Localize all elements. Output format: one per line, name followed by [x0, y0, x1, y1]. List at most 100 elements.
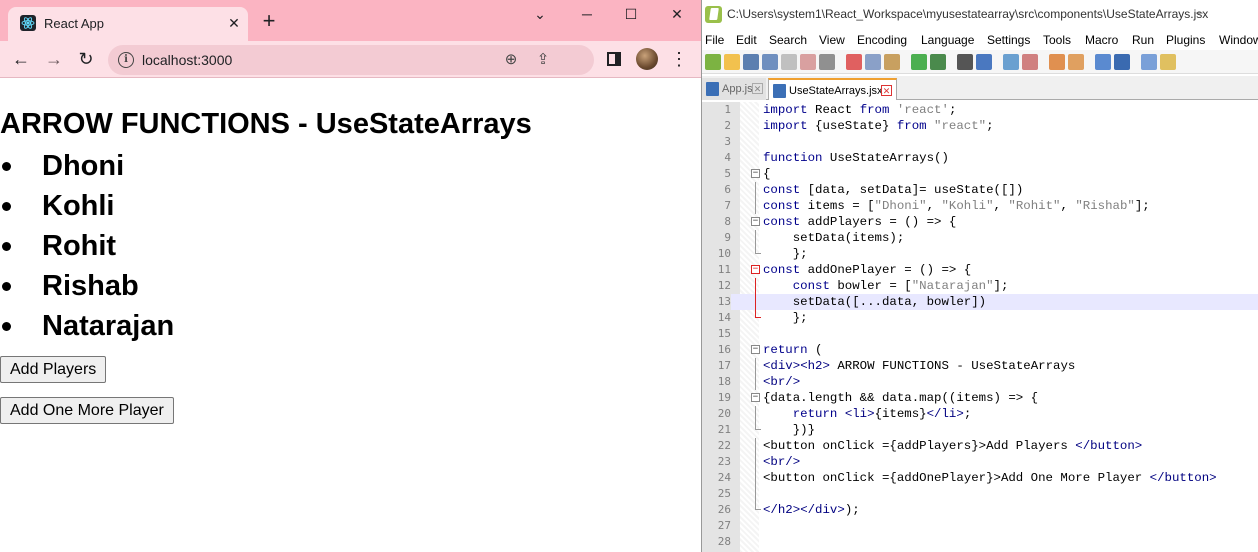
profile-avatar-icon[interactable]: [636, 48, 658, 70]
code-line[interactable]: 2 import {useState} from "react";: [702, 118, 1258, 134]
fold-toggle-icon[interactable]: −: [751, 217, 760, 226]
tab-close-icon[interactable]: ✕: [224, 13, 244, 33]
back-button[interactable]: ←: [9, 48, 33, 72]
menu-view[interactable]: View: [819, 33, 845, 47]
find-icon[interactable]: [957, 54, 973, 70]
menu-run[interactable]: Run: [1132, 33, 1154, 47]
new-file-icon[interactable]: [705, 54, 721, 70]
code-line[interactable]: 11 − const addOnePlayer = () => {: [702, 262, 1258, 278]
new-tab-button[interactable]: +: [258, 10, 280, 33]
sync-horizontal-icon[interactable]: [1068, 54, 1084, 70]
fold-toggle-icon[interactable]: −: [751, 265, 760, 274]
tab-usestatearrays-jsx[interactable]: UseStateArrays.jsx ✕: [768, 78, 897, 100]
close-window-button[interactable]: ✕: [662, 2, 692, 26]
menu-encoding[interactable]: Encoding: [857, 33, 907, 47]
sync-vertical-icon[interactable]: [1049, 54, 1065, 70]
paste-icon[interactable]: [884, 54, 900, 70]
side-panel-icon[interactable]: [607, 52, 621, 66]
code-editor[interactable]: 1 import React from 'react'; 2 import {useS…: [702, 102, 1258, 552]
replace-icon[interactable]: [976, 54, 992, 70]
code-line[interactable]: 1 import React from 'react';: [702, 102, 1258, 118]
add-one-more-player-button[interactable]: Add One More Player: [0, 397, 174, 424]
copy-icon[interactable]: [865, 54, 881, 70]
minimize-button[interactable]: ─: [572, 2, 602, 26]
site-info-icon[interactable]: i: [118, 52, 134, 68]
fold-toggle-icon[interactable]: −: [751, 393, 760, 402]
print-icon[interactable]: [819, 54, 835, 70]
code-line[interactable]: 20 return <li>{items}</li>;: [702, 406, 1258, 422]
maximize-button[interactable]: ☐: [616, 2, 646, 26]
code-line[interactable]: 26 </h2></div>);: [702, 502, 1258, 518]
address-url[interactable]: localhost:3000: [142, 52, 232, 68]
code-line[interactable]: 17 <div><h2> ARROW FUNCTIONS - UseStateAr…: [702, 358, 1258, 374]
tab-search-chevron-icon[interactable]: ⌄: [525, 2, 555, 26]
undo-icon[interactable]: [911, 54, 927, 70]
menu-search[interactable]: Search: [769, 33, 807, 47]
code-line[interactable]: 16 − return (: [702, 342, 1258, 358]
reload-button[interactable]: ↻: [74, 48, 98, 72]
line-number: 26: [717, 503, 731, 516]
menu-file[interactable]: File: [705, 33, 724, 47]
zoom-icon[interactable]: ⊕: [501, 50, 521, 70]
fold-toggle-icon[interactable]: −: [751, 169, 760, 178]
redo-icon[interactable]: [930, 54, 946, 70]
fold-toggle-icon[interactable]: −: [751, 345, 760, 354]
menu-language[interactable]: Language: [921, 33, 974, 47]
menu-macro[interactable]: Macro: [1085, 33, 1118, 47]
code-line[interactable]: 28: [702, 534, 1258, 550]
browser-tab[interactable]: React App ✕: [8, 7, 248, 41]
line-number: 3: [724, 135, 731, 148]
code-line[interactable]: 6 const [data, setData]= useState([]): [702, 182, 1258, 198]
code-line[interactable]: 8 − const addPlayers = () => {: [702, 214, 1258, 230]
cut-icon[interactable]: [846, 54, 862, 70]
code-line[interactable]: 25: [702, 486, 1258, 502]
forward-button[interactable]: →: [42, 48, 66, 72]
add-players-button[interactable]: Add Players: [0, 356, 107, 383]
code-line[interactable]: 10 };: [702, 246, 1258, 262]
code-line[interactable]: 3: [702, 134, 1258, 150]
close-icon[interactable]: ✕: [752, 83, 763, 94]
code-line[interactable]: 7 const items = ["Dhoni", "Kohli", "Rohit…: [702, 198, 1258, 214]
page-heading: ARROW FUNCTIONS - UseStateArrays: [0, 108, 532, 140]
fold-guide-line: [755, 182, 756, 198]
tab-app-js[interactable]: App.js ✕: [702, 78, 766, 100]
bookmark-star-icon[interactable]: [564, 50, 584, 70]
code-line[interactable]: 22 <button onClick ={addPlayers}>Add Play…: [702, 438, 1258, 454]
menu-plugins[interactable]: Plugins: [1166, 33, 1205, 47]
show-all-characters-icon[interactable]: [1114, 54, 1130, 70]
code-line[interactable]: 12 const bowler = ["Natarajan"];: [702, 278, 1258, 294]
code-line[interactable]: 14 };: [702, 310, 1258, 326]
share-icon[interactable]: ⇪: [533, 50, 553, 70]
word-wrap-icon[interactable]: [1095, 54, 1111, 70]
code-line[interactable]: 5 −{: [702, 166, 1258, 182]
folder-as-workspace-icon[interactable]: [1160, 54, 1176, 70]
code-line[interactable]: 4 function UseStateArrays(): [702, 150, 1258, 166]
code-line[interactable]: 13 setData([...data, bowler]): [702, 294, 1258, 310]
browser-menu-button[interactable]: ⋮: [667, 48, 691, 72]
close-icon[interactable]: ✕: [881, 85, 892, 96]
code-line[interactable]: 15: [702, 326, 1258, 342]
code-line[interactable]: 19 − {data.length && data.map((items) => {: [702, 390, 1258, 406]
menu-edit[interactable]: Edit: [736, 33, 757, 47]
code-line[interactable]: 24 <button onClick ={addOnePlayer}>Add On…: [702, 470, 1258, 486]
code-line[interactable]: 27: [702, 518, 1258, 534]
address-bar[interactable]: i localhost:3000 ⊕ ⇪: [108, 45, 594, 75]
open-file-icon[interactable]: [724, 54, 740, 70]
code-text: setData([...data, bowler]): [763, 295, 987, 309]
save-icon[interactable]: [743, 54, 759, 70]
code-line[interactable]: 23 <br/>: [702, 454, 1258, 470]
menu-tools[interactable]: Tools: [1043, 33, 1071, 47]
code-line[interactable]: 21 })}: [702, 422, 1258, 438]
editor-minimize-button[interactable]: –: [1196, 5, 1203, 19]
fold-end-marker: [755, 310, 761, 318]
code-line[interactable]: 18 <br/>: [702, 374, 1258, 390]
close-file-icon[interactable]: [781, 54, 797, 70]
close-all-icon[interactable]: [800, 54, 816, 70]
indent-guide-icon[interactable]: [1141, 54, 1157, 70]
menu-window[interactable]: Window: [1219, 33, 1258, 47]
code-line[interactable]: 9 setData(items);: [702, 230, 1258, 246]
save-all-icon[interactable]: [762, 54, 778, 70]
zoom-in-icon[interactable]: [1003, 54, 1019, 70]
zoom-out-icon[interactable]: [1022, 54, 1038, 70]
menu-settings[interactable]: Settings: [987, 33, 1030, 47]
